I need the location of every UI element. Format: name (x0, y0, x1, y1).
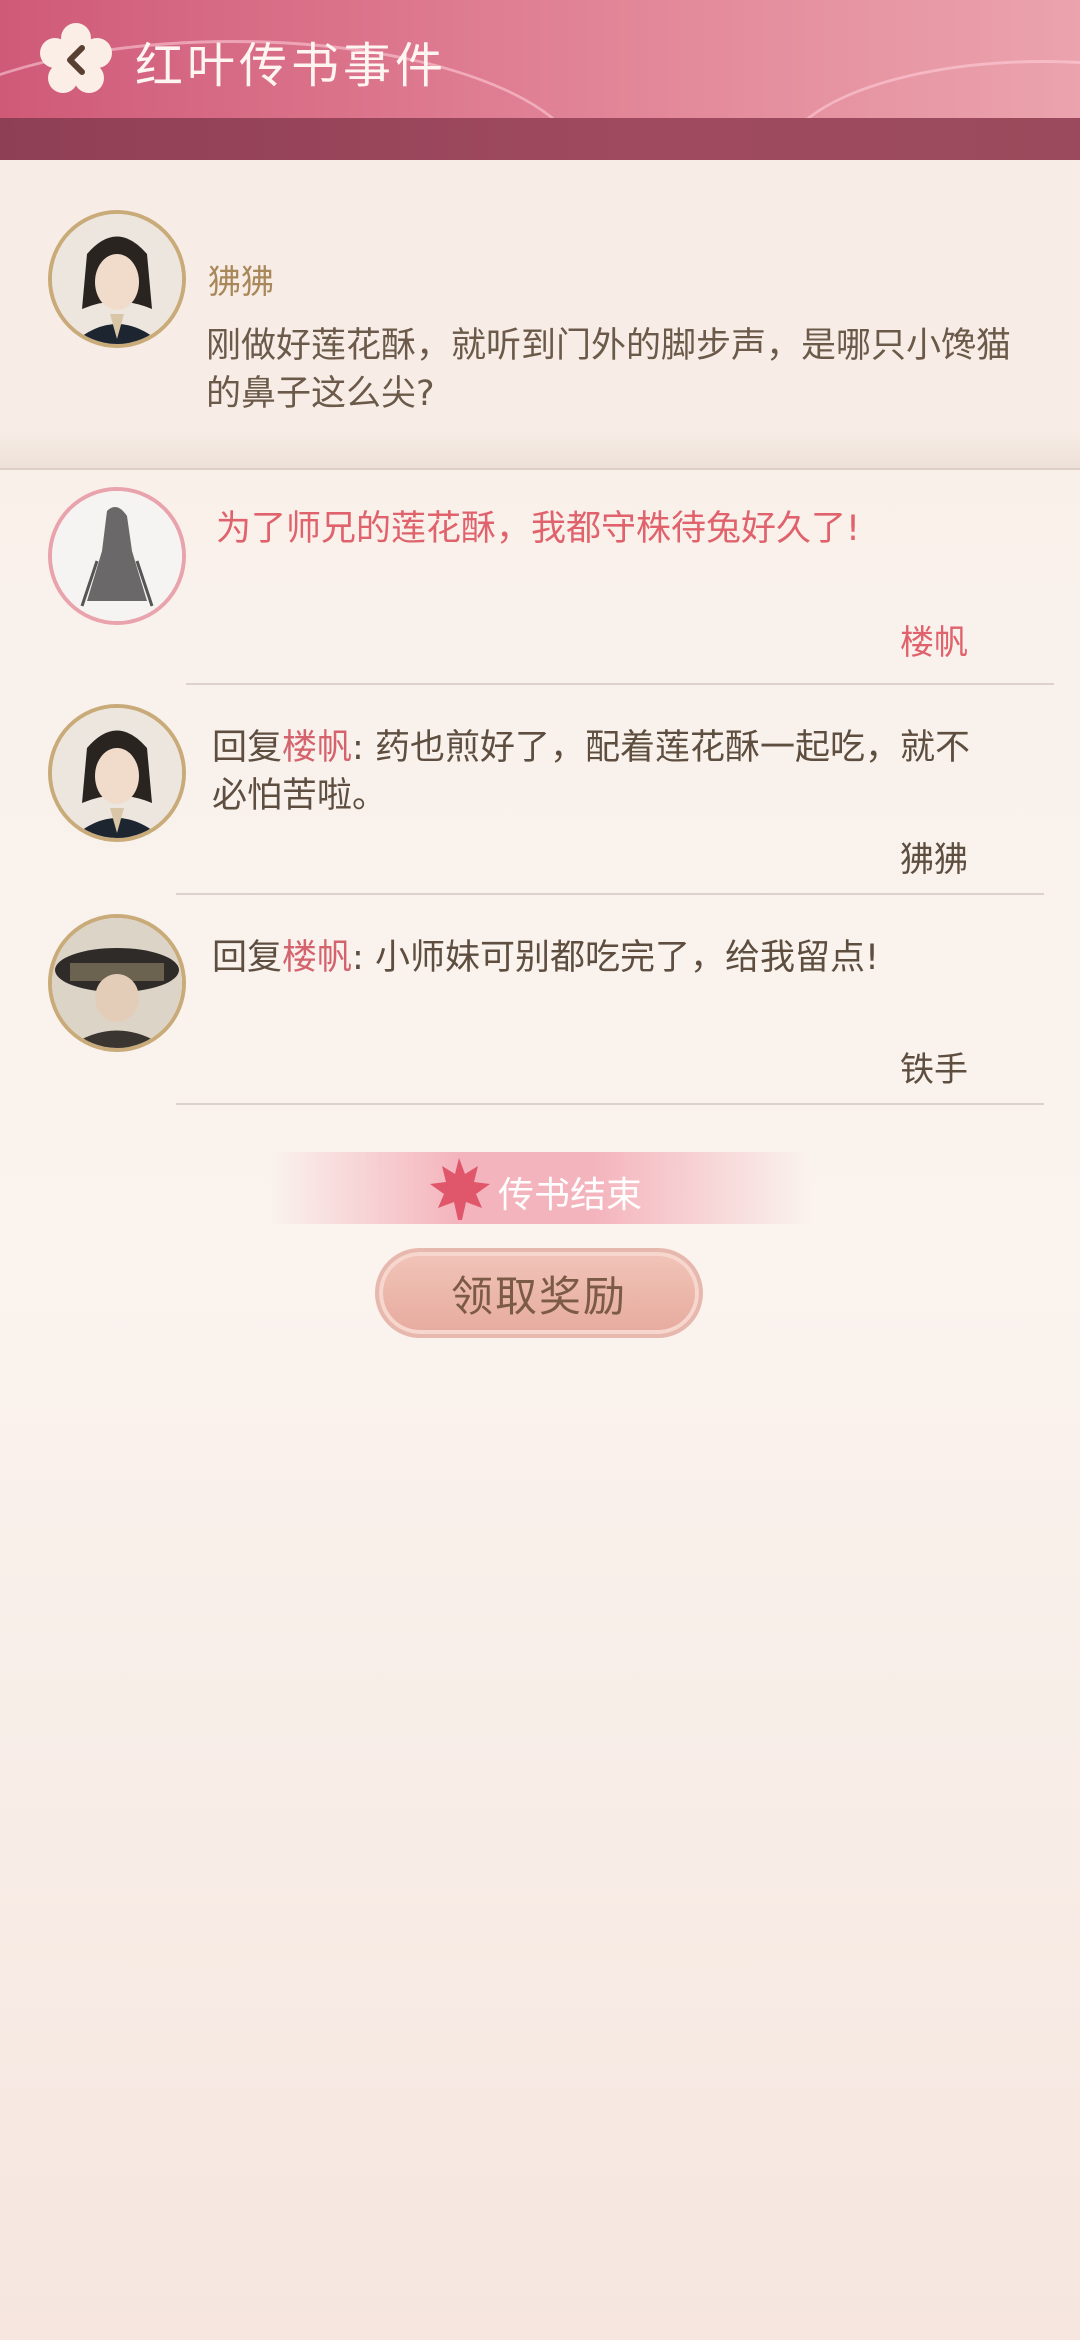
post-divider (0, 468, 1080, 470)
comment-text: 回复楼帆: 小师妹可别都吃完了，给我留点! (212, 934, 972, 982)
reply-to-name[interactable]: 楼帆 (282, 728, 352, 768)
avatar[interactable] (48, 487, 186, 625)
reply-body: : 小师妹可别都吃完了，给我留点! (352, 938, 879, 978)
claim-reward-button[interactable]: 领取奖励 (375, 1248, 703, 1338)
header-swirl-decoration (780, 60, 1080, 118)
page-title: 红叶传书事件 (135, 38, 448, 94)
comment-text: 为了师兄的莲花酥，我都守株待兔好久了! (216, 509, 861, 549)
end-label: 传书结束 (498, 1175, 643, 1216)
back-flower-icon (40, 23, 112, 93)
reply-prefix: 回复 (212, 728, 283, 768)
comment-author: 狒狒 (900, 840, 968, 880)
comment-author: 楼帆 (900, 623, 968, 663)
comment-divider (186, 683, 1054, 685)
post-text: 刚做好莲花酥，就听到门外的脚步声，是哪只小馋猫的鼻子这么尖? (206, 326, 1012, 414)
maple-leaf-icon (430, 1158, 490, 1220)
avatar[interactable] (48, 704, 186, 842)
comment-divider (176, 1103, 1044, 1105)
reply-prefix: 回复 (212, 938, 283, 978)
post-shadow (0, 430, 1080, 470)
header-band (0, 118, 1080, 160)
comment-text: 回复楼帆: 药也煎好了，配着莲花酥一起吃，就不必怕苦啦。 (212, 724, 972, 820)
claim-reward-label: 领取奖励 (450, 1271, 627, 1321)
back-button[interactable] (38, 22, 114, 98)
comment-divider (176, 893, 1044, 895)
avatar[interactable] (48, 914, 186, 1052)
header-bar: 红叶传书事件 (0, 0, 1080, 118)
avatar[interactable] (48, 210, 186, 348)
post-author-name: 狒狒 (208, 262, 274, 301)
comment-author: 铁手 (900, 1050, 968, 1090)
reply-to-name[interactable]: 楼帆 (282, 938, 352, 978)
